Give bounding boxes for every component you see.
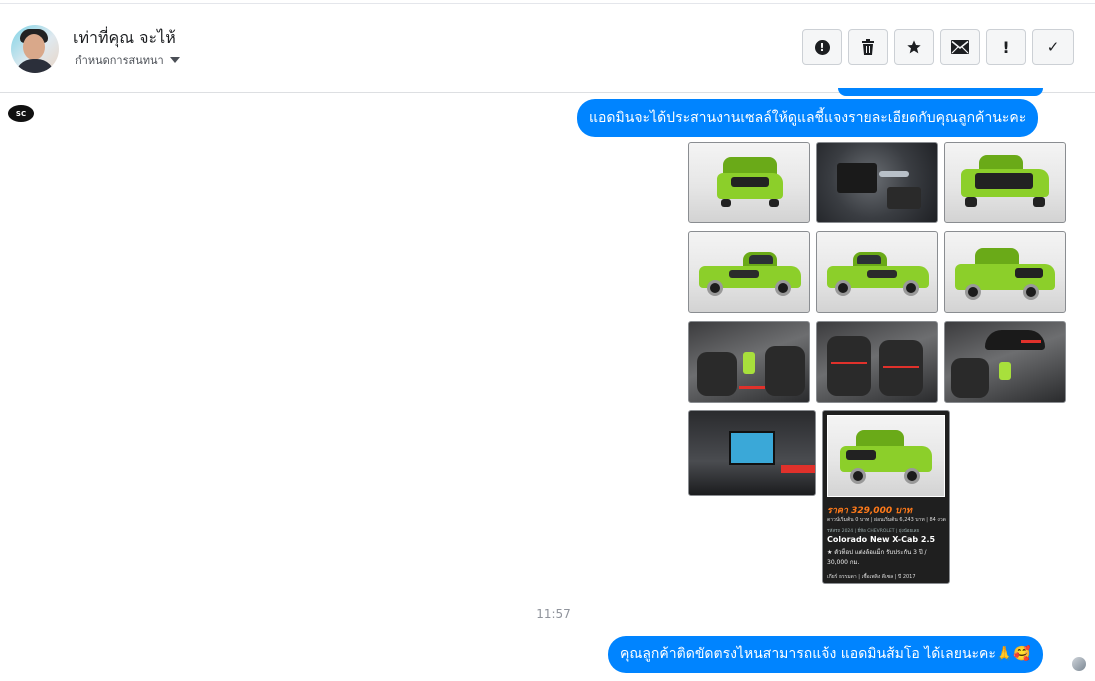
conversation-header: เท่าที่คุณ จะไห้ กำหนดการสนทนา ! ! ✓ bbox=[0, 4, 1095, 93]
promo-description: ★ ตัวท็อป แต่งล้อแม็ก รับประกัน 3 ปี / 3… bbox=[827, 549, 927, 566]
outgoing-message[interactable]: แอดมินจะได้ประสานงานเซลล์ให้ดูแลชี้แจงรา… bbox=[577, 99, 1039, 137]
car-photo-infotainment[interactable] bbox=[688, 410, 816, 496]
promo-specs: เกียร์ ธรรมดา | เชื้อเพลิง ดีเซล | ปี 20… bbox=[827, 574, 916, 580]
envelope-icon bbox=[951, 40, 969, 54]
avatar-shirt bbox=[15, 59, 55, 73]
trash-icon bbox=[862, 39, 874, 55]
alert-circle-icon: ! bbox=[814, 39, 830, 55]
car-window bbox=[749, 255, 773, 264]
car-photo-dashboard[interactable] bbox=[944, 321, 1066, 403]
wheel-front bbox=[775, 280, 791, 296]
red-stitch bbox=[739, 386, 765, 389]
promo-model: Colorado New X-Cab 2.5 bbox=[827, 535, 936, 544]
promo-card[interactable]: ราคา 329,000 บาท ดาวน์เริ่มต้น 0 บาท | ผ… bbox=[822, 410, 950, 584]
engine-cover bbox=[887, 187, 921, 209]
red-accent bbox=[1021, 340, 1041, 343]
gear-boot-accent bbox=[743, 352, 755, 374]
car-photo-side-left[interactable] bbox=[688, 231, 810, 313]
delete-button[interactable] bbox=[848, 29, 888, 65]
car-grille bbox=[1015, 268, 1043, 278]
seen-avatar bbox=[1071, 656, 1087, 672]
car-photo-front[interactable] bbox=[688, 142, 810, 223]
promo-price: ราคา 329,000 บาท bbox=[827, 506, 912, 516]
tire-left bbox=[721, 199, 731, 207]
previous-message-bubble bbox=[838, 88, 1043, 96]
car-photo-gear-shift[interactable] bbox=[688, 321, 810, 403]
infotainment-screen bbox=[729, 431, 775, 465]
promo-terms: ดาวน์เริ่มต้น 0 บาท | ผ่อนเริ่มต้น 6,243… bbox=[827, 517, 946, 523]
wheel-rear bbox=[707, 280, 723, 296]
seat-passenger bbox=[879, 340, 923, 396]
contact-name[interactable]: เท่าที่คุณ จะไห้ bbox=[73, 26, 176, 51]
tire-right bbox=[1033, 197, 1045, 207]
seat-right bbox=[765, 346, 805, 396]
header-actions: ! ! ✓ bbox=[802, 29, 1074, 65]
car-photo-rear[interactable] bbox=[944, 142, 1066, 223]
car-tailgate bbox=[975, 173, 1033, 189]
checkmark-icon: ✓ bbox=[1046, 38, 1060, 56]
schedule-label: กำหนดการสนทนา bbox=[75, 54, 164, 67]
report-button[interactable]: ! bbox=[802, 29, 842, 65]
page-logo-avatar: SC bbox=[8, 105, 34, 122]
spam-button[interactable]: ! bbox=[986, 29, 1026, 65]
wheel-front bbox=[850, 468, 866, 484]
wheel-front bbox=[1023, 284, 1039, 300]
engine-block bbox=[837, 163, 877, 193]
mark-unread-button[interactable] bbox=[940, 29, 980, 65]
car-decal bbox=[867, 270, 897, 278]
car-window bbox=[857, 255, 881, 264]
car-photo-seats[interactable] bbox=[816, 321, 938, 403]
caret-down-icon bbox=[169, 57, 180, 63]
star-button[interactable] bbox=[894, 29, 934, 65]
avatar-face bbox=[23, 34, 45, 60]
outgoing-message[interactable]: คุณลูกค้าติดขัดตรงไหนสามารถแจ้ง แอดมินส้… bbox=[608, 636, 1043, 673]
exclamation-icon: ! bbox=[1002, 37, 1010, 57]
gear-boot-accent bbox=[999, 362, 1011, 380]
car-decal bbox=[729, 270, 759, 278]
tire-right bbox=[769, 199, 779, 207]
wheel-rear bbox=[903, 280, 919, 296]
red-stitch bbox=[883, 366, 919, 368]
star-icon bbox=[907, 40, 921, 54]
car-photo-three-quarter[interactable] bbox=[944, 231, 1066, 313]
contact-avatar[interactable] bbox=[11, 25, 59, 73]
schedule-dropdown[interactable]: กำหนดการสนทนา bbox=[75, 51, 180, 69]
tire-left bbox=[965, 197, 977, 207]
car-photo-side-right[interactable] bbox=[816, 231, 938, 313]
red-trim bbox=[781, 465, 815, 473]
car-photo-engine[interactable] bbox=[816, 142, 938, 223]
wheel-front bbox=[835, 280, 851, 296]
done-button[interactable]: ✓ bbox=[1032, 29, 1074, 65]
car-grille bbox=[846, 450, 876, 460]
red-stitch bbox=[831, 362, 867, 364]
wheel-rear bbox=[965, 284, 981, 300]
promo-car-photo bbox=[827, 415, 945, 497]
seat-left bbox=[697, 352, 737, 396]
seat-left bbox=[951, 358, 989, 398]
message-timestamp: 11:57 bbox=[536, 607, 571, 621]
wheel-rear bbox=[904, 468, 920, 484]
seat-driver bbox=[827, 336, 871, 396]
engine-pipe bbox=[879, 171, 909, 177]
car-grille bbox=[731, 177, 769, 187]
promo-tags: รหัสรถ 2024 | ยี่ห้อ CHEVROLET | ยุ่งน้อ… bbox=[827, 529, 920, 534]
